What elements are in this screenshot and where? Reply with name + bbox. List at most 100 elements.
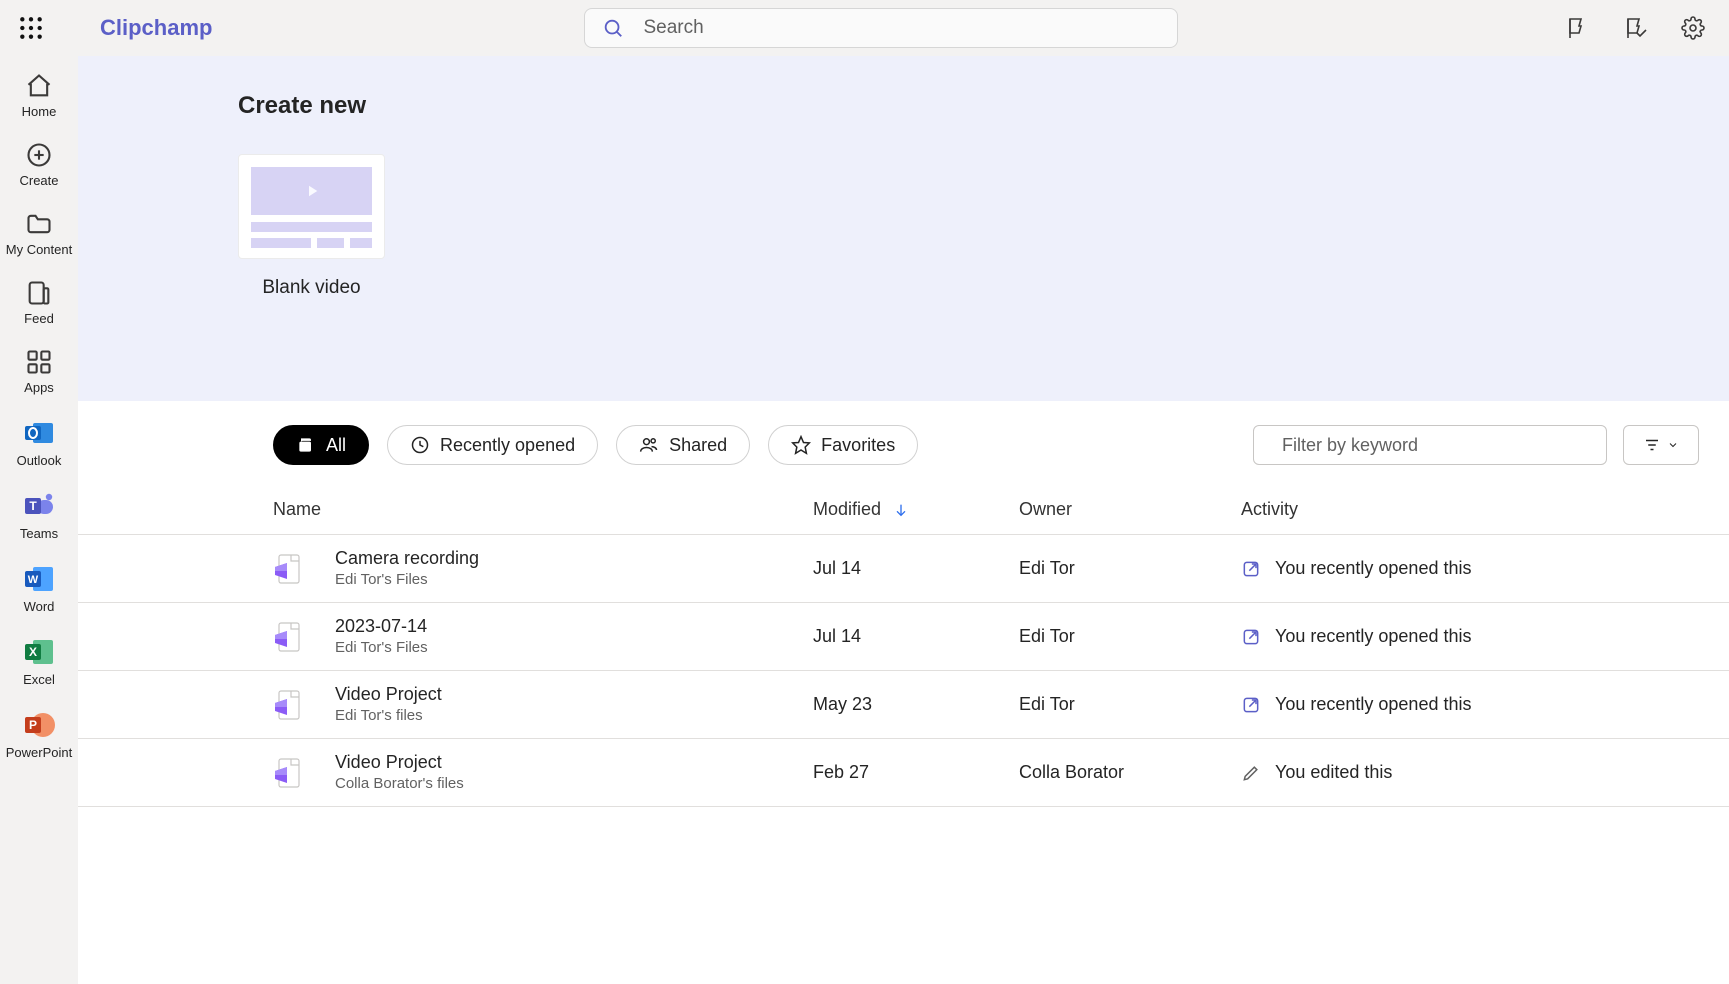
col-owner[interactable]: Owner — [1019, 499, 1241, 520]
rail-item-create[interactable]: Create — [0, 133, 78, 202]
cell-modified: Jul 14 — [813, 626, 1019, 647]
cell-activity: You recently opened this — [1241, 694, 1729, 715]
rail-label: Feed — [24, 311, 54, 326]
cell-activity: You recently opened this — [1241, 626, 1729, 647]
table-row[interactable]: Camera recording Edi Tor's Files Jul 14 … — [78, 535, 1729, 603]
tab-favorites[interactable]: Favorites — [768, 425, 918, 465]
excel-icon: X — [23, 636, 55, 668]
cell-modified: Feb 27 — [813, 762, 1019, 783]
tab-label: All — [326, 435, 346, 456]
rail-label: Word — [24, 599, 55, 614]
svg-text:T: T — [29, 499, 37, 513]
clipchamp-file-icon — [273, 757, 305, 789]
edit-icon — [1241, 763, 1261, 783]
rail-item-feed[interactable]: Feed — [0, 271, 78, 340]
cell-name: Camera recording Edi Tor's Files — [273, 548, 813, 590]
rail-label: Create — [19, 173, 58, 188]
rail-label: Home — [22, 104, 57, 119]
filter-keyword-input[interactable] — [1253, 425, 1607, 465]
cell-modified: Jul 14 — [813, 558, 1019, 579]
col-name[interactable]: Name — [273, 499, 813, 520]
table-row[interactable]: 2023-07-14 Edi Tor's Files Jul 14 Edi To… — [78, 603, 1729, 671]
filter-tabs: All Recently opened Shared Favorites — [78, 401, 1729, 465]
col-modified-label: Modified — [813, 499, 881, 520]
rail-app-powerpoint[interactable]: P PowerPoint — [0, 701, 78, 774]
filter-lines-icon — [1643, 436, 1661, 454]
rail-app-outlook[interactable]: Outlook — [0, 409, 78, 482]
tab-label: Recently opened — [440, 435, 575, 456]
whats-new-icon[interactable] — [1565, 16, 1589, 40]
search-icon — [602, 17, 624, 39]
table-row[interactable]: Video Project Colla Borator's files Feb … — [78, 739, 1729, 807]
row-title: Video Project — [335, 684, 442, 706]
row-location: Edi Tor's Files — [335, 571, 479, 589]
col-activity[interactable]: Activity — [1241, 499, 1729, 520]
tab-all[interactable]: All — [273, 425, 369, 465]
cell-modified: May 23 — [813, 694, 1019, 715]
rail-item-home[interactable]: Home — [0, 64, 78, 133]
chevron-down-icon — [1667, 439, 1679, 451]
sort-descending-icon — [893, 502, 909, 518]
word-icon: W — [23, 563, 55, 595]
row-title: 2023-07-14 — [335, 616, 428, 638]
rail-app-excel[interactable]: X Excel — [0, 628, 78, 701]
star-icon — [791, 435, 811, 455]
clipchamp-file-icon — [273, 553, 305, 585]
table-header: Name Modified Owner Activity — [78, 499, 1729, 535]
open-external-icon — [1241, 627, 1261, 647]
activity-text: You recently opened this — [1275, 558, 1471, 579]
row-location: Edi Tor's files — [335, 707, 442, 725]
svg-text:P: P — [29, 718, 37, 732]
cell-owner: Edi Tor — [1019, 626, 1241, 647]
outlook-icon — [23, 417, 55, 449]
rail-app-teams[interactable]: T Teams — [0, 482, 78, 555]
rail-label: PowerPoint — [6, 745, 72, 760]
stack-icon — [296, 435, 316, 455]
template-blank-video[interactable]: Blank video — [238, 154, 385, 299]
cell-name: 2023-07-14 Edi Tor's Files — [273, 616, 813, 658]
sort-filter-button[interactable] — [1623, 425, 1699, 465]
rail-label: Apps — [24, 380, 54, 395]
tab-label: Shared — [669, 435, 727, 456]
tab-recently-opened[interactable]: Recently opened — [387, 425, 598, 465]
tab-shared[interactable]: Shared — [616, 425, 750, 465]
rail-label: Excel — [23, 672, 55, 687]
cell-activity: You edited this — [1241, 762, 1729, 783]
activity-text: You recently opened this — [1275, 626, 1471, 647]
header-actions — [1565, 16, 1705, 40]
app-title[interactable]: Clipchamp — [100, 15, 212, 41]
app-launcher-icon[interactable] — [18, 15, 44, 41]
rail-label: My Content — [6, 242, 72, 257]
teams-icon: T — [23, 490, 55, 522]
cell-activity: You recently opened this — [1241, 558, 1729, 579]
side-rail: Home Create My Content Feed Apps Outlook… — [0, 56, 78, 984]
rail-item-apps[interactable]: Apps — [0, 340, 78, 409]
clock-icon — [410, 435, 430, 455]
rail-label: Outlook — [17, 453, 62, 468]
clipchamp-file-icon — [273, 689, 305, 721]
clipchamp-file-icon — [273, 621, 305, 653]
tab-label: Favorites — [821, 435, 895, 456]
cell-name: Video Project Edi Tor's files — [273, 684, 813, 726]
people-icon — [639, 435, 659, 455]
cell-name: Video Project Colla Borator's files — [273, 752, 813, 794]
create-new-section: Create new Blank video — [78, 56, 1729, 401]
list-tools — [1253, 425, 1699, 465]
search-input[interactable] — [584, 8, 1178, 48]
top-bar: Clipchamp — [0, 0, 1729, 56]
create-new-title: Create new — [238, 92, 1729, 120]
task-check-icon[interactable] — [1623, 16, 1647, 40]
open-external-icon — [1241, 695, 1261, 715]
rail-app-word[interactable]: W Word — [0, 555, 78, 628]
file-list-section: All Recently opened Shared Favorites — [78, 401, 1729, 807]
col-modified[interactable]: Modified — [813, 499, 1019, 520]
rail-item-mycontent[interactable]: My Content — [0, 202, 78, 271]
svg-text:X: X — [29, 645, 37, 659]
cell-owner: Colla Borator — [1019, 762, 1241, 783]
settings-icon[interactable] — [1681, 16, 1705, 40]
home-icon — [25, 72, 53, 100]
row-location: Colla Borator's files — [335, 775, 464, 793]
table-row[interactable]: Video Project Edi Tor's files May 23 Edi… — [78, 671, 1729, 739]
svg-text:W: W — [28, 574, 39, 586]
search-bar — [584, 8, 1178, 48]
